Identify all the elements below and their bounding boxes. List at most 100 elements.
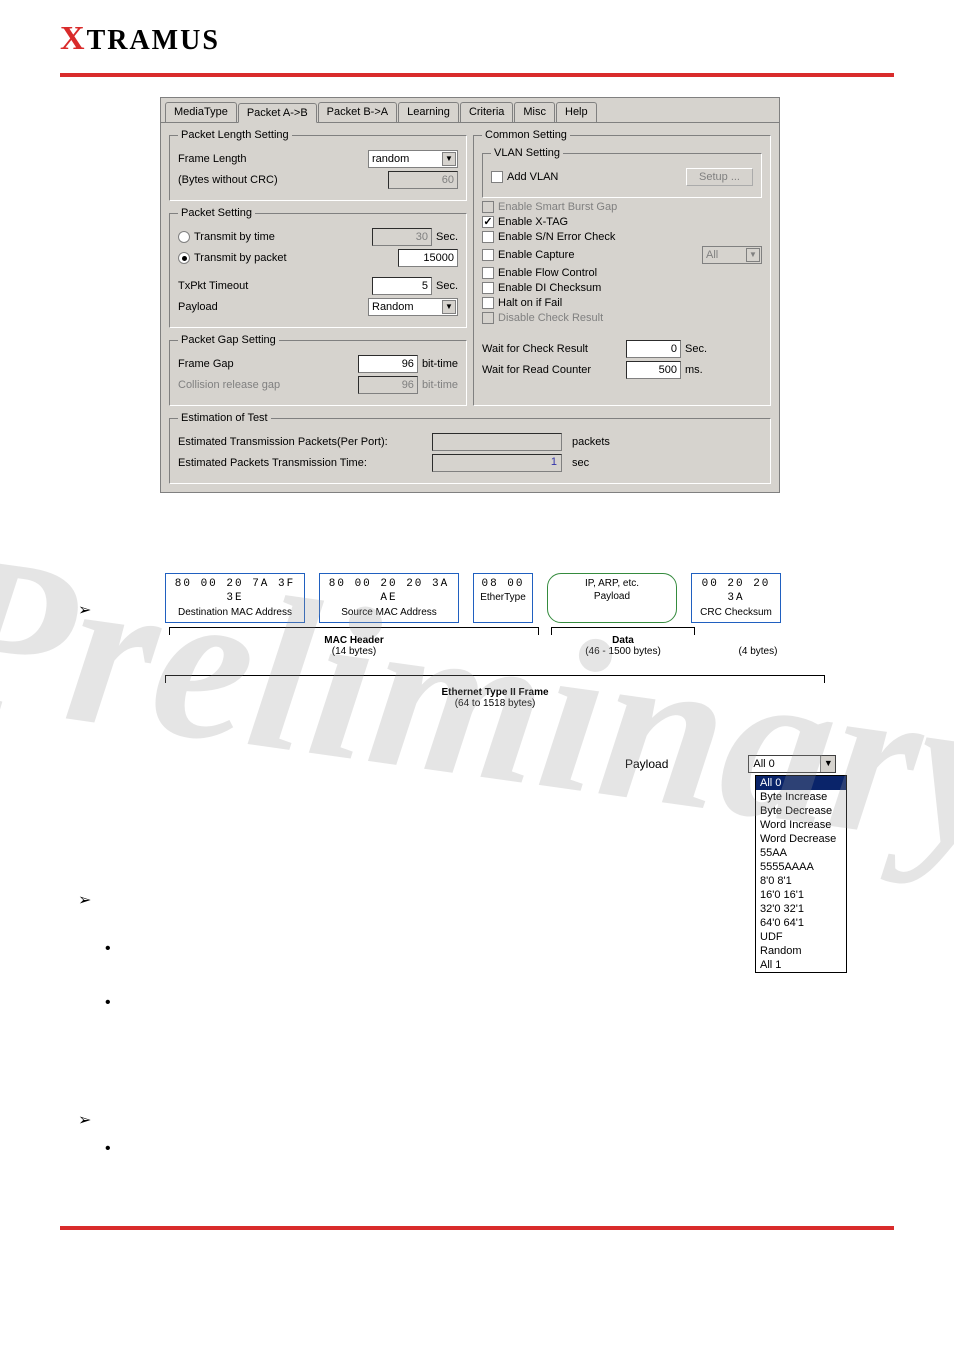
frame-gap-label: Frame Gap	[178, 358, 354, 370]
enable-xtag-checkbox[interactable]	[482, 216, 494, 228]
tab-strip: MediaType Packet A->B Packet B->A Learni…	[161, 98, 779, 122]
payload-fig-select[interactable]: All 0 ▼	[748, 755, 836, 773]
bullet-dot-icon: •	[105, 940, 111, 958]
transmit-by-time-label: Transmit by time	[194, 231, 368, 243]
frame-length-select[interactable]: random ▼	[368, 150, 458, 168]
chevron-down-icon: ▼	[746, 248, 760, 262]
chevron-down-icon: ▼	[442, 152, 456, 166]
wait-read-unit: ms.	[685, 364, 703, 376]
enable-xtag-label: Enable X-TAG	[498, 216, 568, 228]
tab-packet-ab[interactable]: Packet A->B	[238, 103, 317, 123]
payload-option[interactable]: 5555AAAA	[756, 860, 846, 874]
est-time-label: Estimated Packets Transmission Time:	[178, 457, 428, 469]
wait-check-label: Wait for Check Result	[482, 343, 622, 355]
payload-option[interactable]: All 1	[756, 958, 846, 972]
ethertype-cell: 08 00 EtherType	[473, 573, 533, 623]
tab-help[interactable]: Help	[556, 102, 597, 122]
txpkt-timeout-input[interactable]	[372, 277, 432, 295]
logo: XTRAMUS	[60, 20, 894, 58]
estimation-group: Estimation of Test Estimated Transmissio…	[169, 412, 771, 484]
sec-unit: sec	[572, 457, 589, 469]
mac-header-label: MAC Header	[324, 635, 383, 646]
chevron-down-icon: ▼	[820, 756, 835, 772]
payload-option-list[interactable]: All 0 Byte Increase Byte Decrease Word I…	[755, 775, 847, 973]
enable-flow-checkbox[interactable]	[482, 267, 494, 279]
packet-gap-legend: Packet Gap Setting	[178, 334, 279, 346]
mac-header-bytes: (14 bytes)	[165, 646, 543, 657]
vlan-setup-button[interactable]: Setup ...	[686, 168, 753, 186]
src-mac-hex: 80 00 20 20 3A AE	[326, 577, 452, 606]
common-setting-group: Common Setting VLAN Setting Add VLAN Set…	[473, 129, 771, 406]
ethertype-label: EtherType	[480, 591, 526, 604]
payload-option[interactable]: Random	[756, 944, 846, 958]
tab-mediatype[interactable]: MediaType	[165, 102, 237, 122]
enable-flow-label: Enable Flow Control	[498, 267, 597, 279]
full-frame-label: Ethernet Type II Frame	[441, 687, 548, 698]
tab-learning[interactable]: Learning	[398, 102, 459, 122]
enable-di-checkbox[interactable]	[482, 282, 494, 294]
frame-gap-input[interactable]	[358, 355, 418, 373]
chevron-down-icon: ▼	[442, 300, 456, 314]
payload-option[interactable]: 32'0 32'1	[756, 902, 846, 916]
footer-divider	[60, 1226, 894, 1230]
payload-fig-label: Payload	[625, 757, 668, 771]
wait-read-input[interactable]	[626, 361, 681, 379]
sec-unit-2: Sec.	[436, 280, 458, 292]
payload-option[interactable]: Word Decrease	[756, 832, 846, 846]
frame-length-value: random	[372, 153, 409, 165]
tab-packet-ba[interactable]: Packet B->A	[318, 102, 397, 122]
crc-hex: 00 20 20 3A	[698, 577, 774, 606]
bullet-arrow-icon: ➢	[78, 890, 91, 910]
bit-time-unit: bit-time	[422, 358, 458, 370]
wait-check-input[interactable]	[626, 340, 681, 358]
packets-unit: packets	[572, 436, 610, 448]
txpkt-timeout-label: TxPkt Timeout	[178, 280, 368, 292]
halt-fail-checkbox[interactable]	[482, 297, 494, 309]
payload-option[interactable]: Word Increase	[756, 818, 846, 832]
dest-mac-hex: 80 00 20 7A 3F 3E	[172, 577, 298, 606]
payload-label: Payload	[564, 590, 660, 603]
add-vlan-label: Add VLAN	[507, 171, 682, 183]
payload-option[interactable]: 16'0 16'1	[756, 888, 846, 902]
payload-option[interactable]: All 0	[756, 776, 846, 790]
payload-option[interactable]: UDF	[756, 930, 846, 944]
payload-cell: IP, ARP, etc. Payload	[547, 573, 677, 623]
payload-option[interactable]: 55AA	[756, 846, 846, 860]
enable-capture-checkbox[interactable]	[482, 249, 494, 261]
crc-label: CRC Checksum	[698, 606, 774, 619]
vlan-group: VLAN Setting Add VLAN Setup ...	[482, 147, 762, 198]
transmit-by-time-radio[interactable]	[178, 231, 190, 243]
packet-length-group: Packet Length Setting Frame Length rando…	[169, 129, 467, 201]
transmit-by-packet-radio[interactable]	[178, 252, 190, 264]
payload-option[interactable]: 8'0 8'1	[756, 874, 846, 888]
transmit-by-packet-input[interactable]	[398, 249, 458, 267]
dest-mac-label: Destination MAC Address	[172, 606, 298, 619]
packet-length-legend: Packet Length Setting	[178, 129, 292, 141]
payload-label: Payload	[178, 301, 364, 313]
bullet-dot-icon: •	[105, 1140, 111, 1158]
add-vlan-checkbox[interactable]	[491, 171, 503, 183]
payload-select[interactable]: Random ▼	[368, 298, 458, 316]
payload-option[interactable]: Byte Increase	[756, 790, 846, 804]
wait-read-label: Wait for Read Counter	[482, 364, 622, 376]
payload-option[interactable]: Byte Decrease	[756, 804, 846, 818]
enable-di-label: Enable DI Checksum	[498, 282, 601, 294]
payload-option[interactable]: 64'0 64'1	[756, 916, 846, 930]
collision-release-label: Collision release gap	[178, 379, 354, 391]
settings-dialog: MediaType Packet A->B Packet B->A Learni…	[160, 97, 780, 493]
payload-dropdown-figure: Payload All 0 ▼ All 0 Byte Increase Byte…	[625, 755, 847, 973]
tab-misc[interactable]: Misc	[514, 102, 555, 122]
bullet-dot-icon: •	[105, 994, 111, 1012]
bit-time-unit-2: bit-time	[422, 379, 458, 391]
packet-setting-legend: Packet Setting	[178, 207, 255, 219]
enable-sn-checkbox[interactable]	[482, 231, 494, 243]
est-packets-value	[432, 433, 562, 451]
est-packets-label: Estimated Transmission Packets(Per Port)…	[178, 436, 428, 448]
wait-check-unit: Sec.	[685, 343, 707, 355]
tab-criteria[interactable]: Criteria	[460, 102, 513, 122]
capture-value: All	[706, 249, 718, 261]
transmit-by-packet-label: Transmit by packet	[194, 252, 394, 264]
data-label: Data	[612, 635, 634, 646]
data-bytes: (46 - 1500 bytes)	[543, 646, 703, 657]
enable-capture-label: Enable Capture	[498, 249, 698, 261]
